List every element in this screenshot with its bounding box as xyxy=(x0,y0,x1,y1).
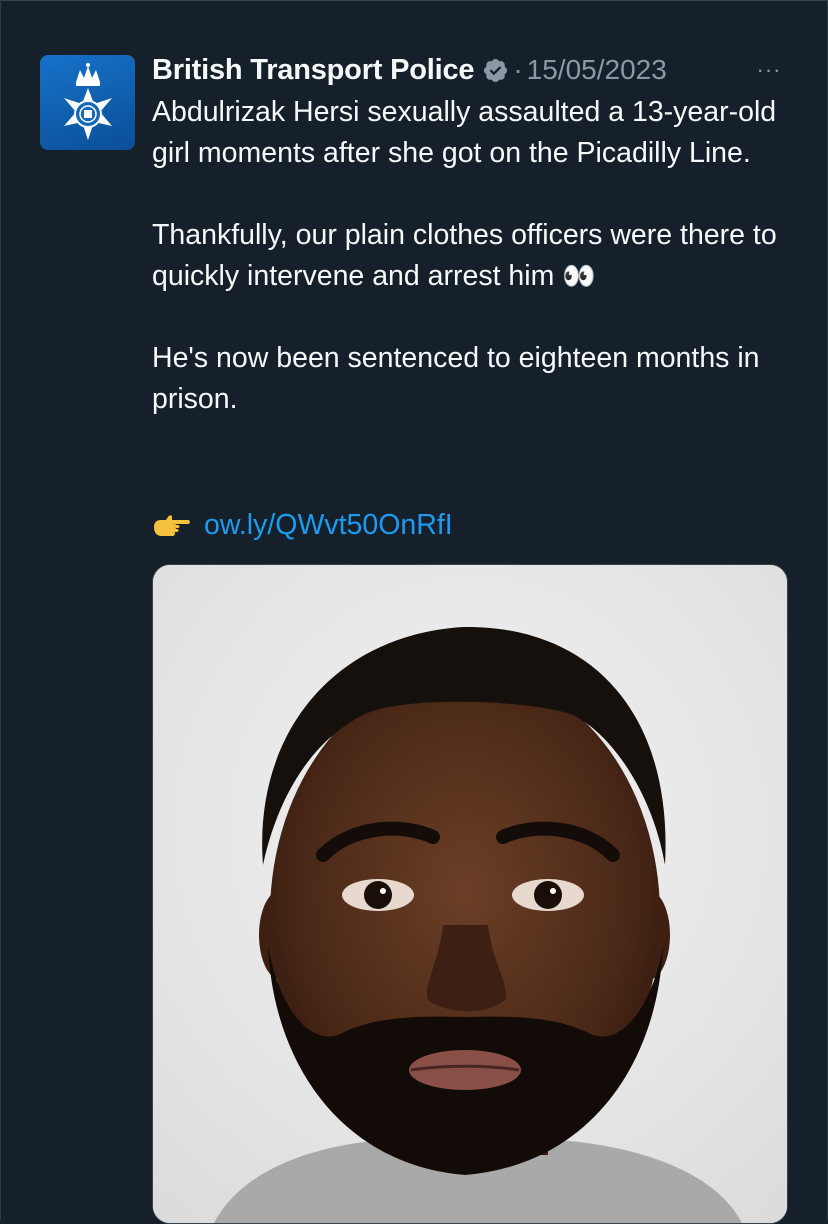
tweet-paragraph: He's now been sentenced to eighteen mont… xyxy=(152,342,760,415)
pointing-hand-icon xyxy=(154,514,190,536)
custody-photo xyxy=(153,565,787,1223)
header-separator: · xyxy=(513,54,523,85)
verified-badge-icon xyxy=(484,58,508,82)
top-divider xyxy=(0,0,828,1)
tweet-paragraph-text: Thankfully, our plain clothes officers w… xyxy=(152,219,777,292)
tweet-media-photo[interactable] xyxy=(152,564,788,1224)
author-avatar[interactable] xyxy=(40,55,135,150)
tweet-header: British Transport Police · 15/05/2023 xyxy=(152,50,667,90)
tweet-link[interactable]: ow.ly/QWvt50OnRfI xyxy=(204,509,453,542)
more-options-icon[interactable]: ··· xyxy=(752,56,786,84)
left-border xyxy=(0,0,1,1220)
tweet-link-line: ow.ly/QWvt50OnRfI xyxy=(152,505,453,546)
author-name[interactable]: British Transport Police xyxy=(152,54,475,87)
tweet-date[interactable]: 15/05/2023 xyxy=(527,54,667,86)
tweet-paragraph: Thankfully, our plain clothes officers w… xyxy=(152,215,792,297)
tweet-paragraph: Abdulrizak Hersi sexually assaulted a 13… xyxy=(152,96,777,169)
tweet-text: Abdulrizak Hersi sexually assaulted a 13… xyxy=(152,92,792,420)
eyes-emoji-icon: 👀 xyxy=(562,261,596,291)
police-crest-icon xyxy=(63,62,112,140)
